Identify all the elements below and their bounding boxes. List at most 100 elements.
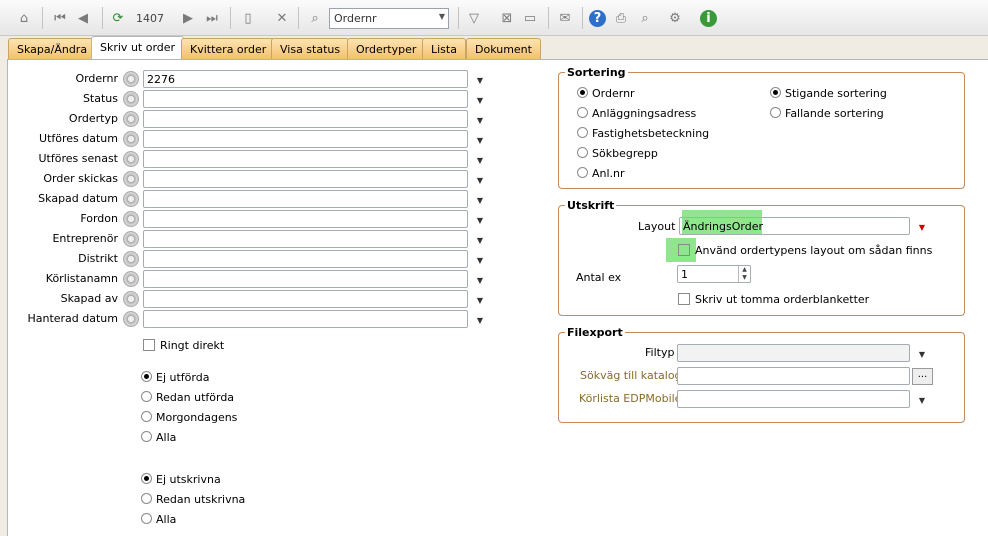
chevron-down-icon[interactable]: ▼: [915, 347, 929, 361]
binoculars-icon[interactable]: ⌕: [305, 8, 325, 28]
empty-blanks-checkbox[interactable]: [678, 293, 690, 305]
chevron-down-icon[interactable]: ▼: [473, 133, 487, 147]
chevron-down-icon[interactable]: ▼: [915, 393, 929, 407]
refresh-icon[interactable]: ⟳: [108, 8, 128, 28]
filter-label: Fordon: [80, 212, 118, 225]
tab-ordertyper[interactable]: Ordertyper: [347, 38, 426, 60]
chevron-down-icon[interactable]: ▼: [473, 113, 487, 127]
tab-dokument[interactable]: Dokument: [466, 38, 541, 60]
chevron-down-icon[interactable]: ▼: [473, 193, 487, 207]
tab-skriv-ut-order[interactable]: Skriv ut order: [91, 36, 185, 61]
gear-icon[interactable]: [123, 91, 139, 107]
info-icon[interactable]: i: [700, 10, 717, 27]
clear-filter-icon[interactable]: ⊠: [497, 8, 517, 28]
delete-icon[interactable]: ✕: [272, 8, 292, 28]
ordertyp-input[interactable]: [143, 110, 468, 128]
home-icon[interactable]: ⌂: [14, 8, 34, 28]
radio-fallande[interactable]: [770, 107, 781, 118]
radio-alla[interactable]: [141, 431, 152, 442]
tab-lista[interactable]: Lista: [422, 38, 466, 60]
radio-stigande[interactable]: [770, 87, 781, 98]
chevron-down-icon[interactable]: ▼: [473, 253, 487, 267]
sokvag-input[interactable]: [677, 367, 910, 385]
radio-label: Alla: [156, 431, 177, 444]
chevron-down-icon[interactable]: ▼: [473, 213, 487, 227]
radio-ej-utforda[interactable]: [141, 371, 152, 382]
radio-sort-ordernr[interactable]: [577, 87, 588, 98]
radio-alla-utskrift[interactable]: [141, 513, 152, 524]
gear-icon[interactable]: [123, 131, 139, 147]
search-field-select[interactable]: Ordernr ▼: [329, 8, 449, 29]
distrikt-input[interactable]: [143, 250, 468, 268]
chevron-down-icon[interactable]: ▼: [473, 273, 487, 287]
mail-icon[interactable]: ✉: [555, 8, 575, 28]
korlista-select[interactable]: [677, 390, 910, 408]
fordon-input[interactable]: [143, 210, 468, 228]
help-icon[interactable]: ?: [589, 10, 606, 27]
chevron-down-icon[interactable]: ▼: [473, 73, 487, 87]
ringt-direkt-checkbox[interactable]: [143, 339, 155, 351]
last-record-icon[interactable]: ⏭: [202, 8, 222, 28]
filter-icon[interactable]: ▽: [464, 8, 484, 28]
radio-sort-fastighetsbeteckning[interactable]: [577, 127, 588, 138]
gear-icon[interactable]: [123, 311, 139, 327]
chevron-down-icon[interactable]: ▼: [473, 93, 487, 107]
chevron-down-icon[interactable]: ▼: [473, 233, 487, 247]
chevron-down-icon[interactable]: ▼: [473, 173, 487, 187]
radio-redan-utskrivna[interactable]: [141, 493, 152, 504]
radio-sort-anlnr[interactable]: [577, 167, 588, 178]
skapad-av-input[interactable]: [143, 290, 468, 308]
radio-ej-utskrivna[interactable]: [141, 473, 152, 484]
radio-sort-sokbegrepp[interactable]: [577, 147, 588, 158]
ordernr-input[interactable]: 2276: [143, 70, 468, 88]
skapad-datum-input[interactable]: [143, 190, 468, 208]
filtyp-select[interactable]: [677, 344, 910, 362]
empty-blanks-label: Skriv ut tomma orderblanketter: [695, 293, 870, 306]
first-record-icon[interactable]: ⏮: [50, 8, 70, 28]
chevron-down-icon[interactable]: ▼: [473, 313, 487, 327]
gear-icon[interactable]: [123, 291, 139, 307]
order-skickas-input[interactable]: [143, 170, 468, 188]
entreprenor-input[interactable]: [143, 230, 468, 248]
browse-button[interactable]: ...: [912, 368, 933, 385]
hanterad-datum-input[interactable]: [143, 310, 468, 328]
radio-sort-anlaggningsadress[interactable]: [577, 107, 588, 118]
chevron-down-icon[interactable]: ▼: [473, 293, 487, 307]
gear-icon[interactable]: [123, 71, 139, 87]
chevron-down-icon[interactable]: ▼: [915, 220, 929, 234]
gear-icon[interactable]: [123, 111, 139, 127]
gear-icon[interactable]: [123, 151, 139, 167]
separator: [298, 7, 299, 29]
print-icon[interactable]: ⎙: [611, 8, 631, 28]
separator: [582, 7, 583, 29]
layout-select[interactable]: ÄndringsOrder: [679, 217, 910, 235]
filter-label: Ordertyp: [68, 112, 118, 125]
radio-morgondagens[interactable]: [141, 411, 152, 422]
tab-skapa-andra[interactable]: Skapa/Ändra: [8, 38, 97, 60]
korlistanamn-input[interactable]: [143, 270, 468, 288]
gear-icon[interactable]: [123, 251, 139, 267]
gear-icon[interactable]: [123, 211, 139, 227]
use-type-layout-checkbox[interactable]: [678, 244, 690, 256]
gear-icon[interactable]: [123, 171, 139, 187]
window-icon[interactable]: ▭: [520, 8, 540, 28]
settings-icon[interactable]: ⚙: [665, 8, 685, 28]
status-input[interactable]: [143, 90, 468, 108]
gear-icon[interactable]: [123, 191, 139, 207]
antal-spinner[interactable]: ▲ ▼: [738, 266, 750, 282]
utfores-senast-input[interactable]: [143, 150, 468, 168]
radio-redan-utforda[interactable]: [141, 391, 152, 402]
utfores-datum-input[interactable]: [143, 130, 468, 148]
radio-label: Fastighetsbeteckning: [592, 127, 710, 140]
separator: [42, 7, 43, 29]
new-document-icon[interactable]: ▯: [238, 8, 258, 28]
next-record-icon[interactable]: ▶: [178, 8, 198, 28]
gear-icon[interactable]: [123, 231, 139, 247]
print-preview-icon[interactable]: ⌕: [635, 8, 655, 28]
gear-icon[interactable]: [123, 271, 139, 287]
tab-visa-status[interactable]: Visa status: [271, 38, 350, 60]
radio-label: Anläggningsadress: [592, 107, 697, 120]
previous-record-icon[interactable]: ◀: [73, 8, 93, 28]
chevron-down-icon[interactable]: ▼: [473, 153, 487, 167]
tab-kvittera-order[interactable]: Kvittera order: [181, 38, 276, 60]
